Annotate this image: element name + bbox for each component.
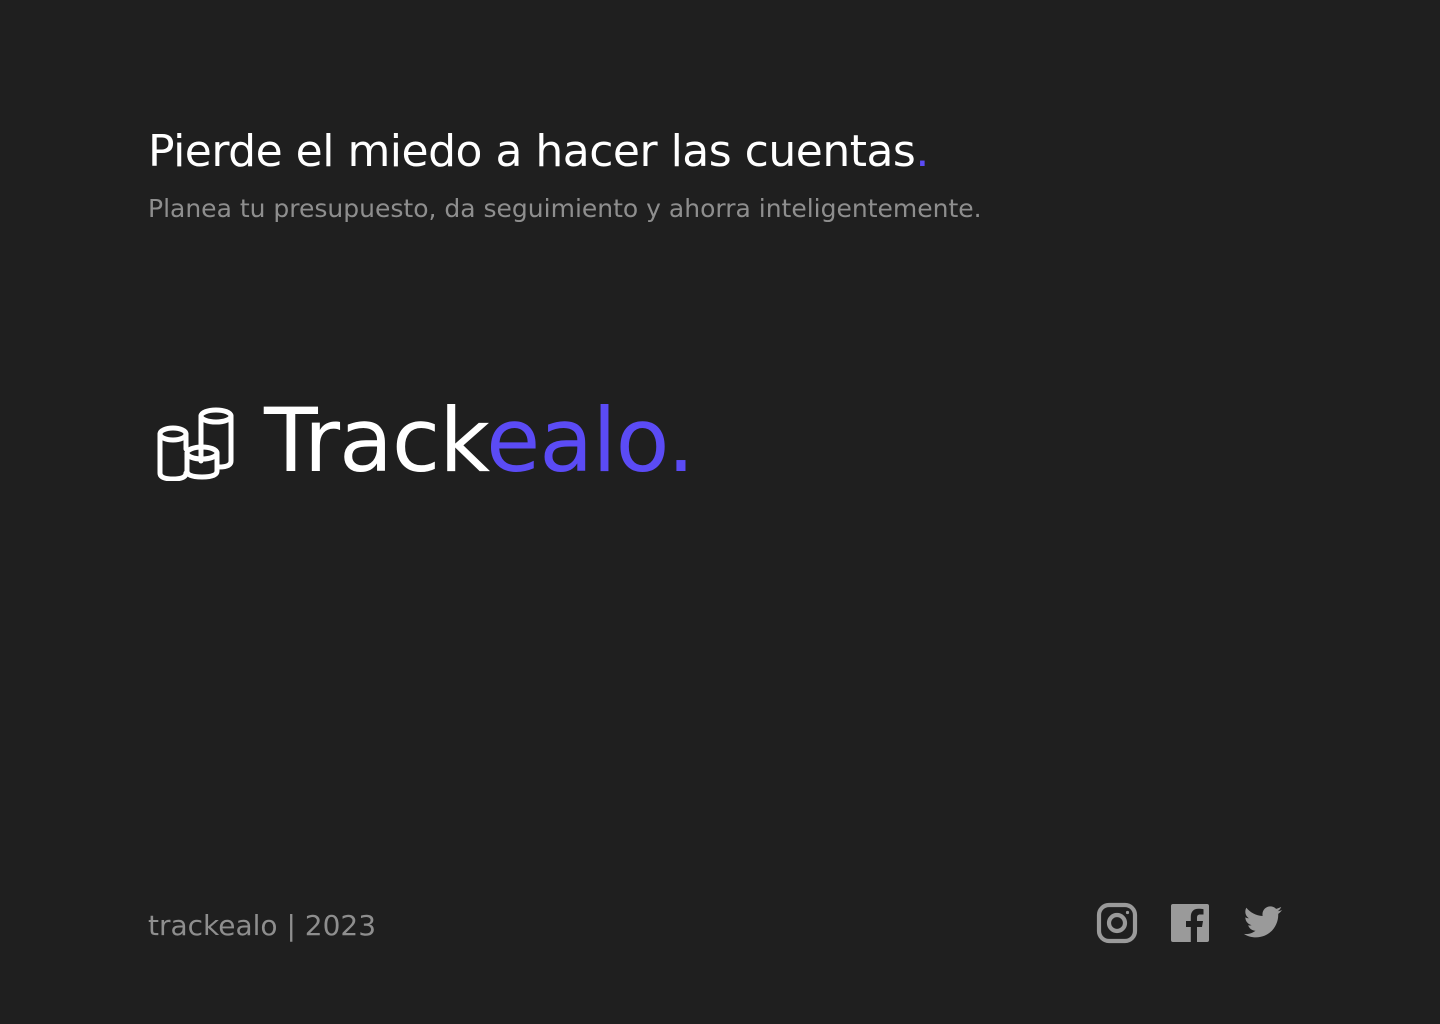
headline-text: Pierde el miedo a hacer las cuentas (148, 126, 916, 177)
facebook-icon (1171, 904, 1209, 942)
twitter-icon (1243, 906, 1283, 938)
page-headline: Pierde el miedo a hacer las cuentas. (148, 124, 982, 180)
instagram-link[interactable] (1096, 902, 1138, 944)
brand-name-track: Track (264, 389, 487, 492)
landing-page: Pierde el miedo a hacer las cuentas. Pla… (0, 0, 1440, 1024)
twitter-link[interactable] (1242, 902, 1284, 944)
coins-stack-icon (157, 407, 234, 481)
headline-accent-dot: . (915, 126, 929, 177)
facebook-link[interactable] (1169, 902, 1211, 944)
brand-name: Trackealo. (264, 396, 695, 486)
brand-name-ealo: ealo. (486, 389, 695, 492)
footer-copyright: trackealo | 2023 (148, 909, 377, 942)
page-subtitle: Planea tu presupuesto, da seguimiento y … (148, 194, 982, 223)
social-links (1096, 902, 1284, 944)
brand-lockup: Trackealo. (156, 396, 695, 486)
hero-section: Pierde el miedo a hacer las cuentas. Pla… (148, 124, 982, 224)
instagram-icon (1096, 902, 1138, 944)
